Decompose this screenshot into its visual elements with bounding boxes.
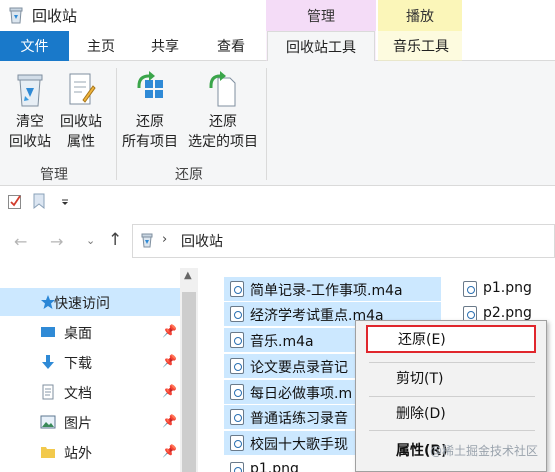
tab-recycle-bin-tools[interactable]: 回收站工具 [267,31,375,62]
context-tab-header-playback: 播放 [378,0,462,31]
nav-item-zhanwai[interactable]: 站外 📌 [0,438,180,466]
document-icon [40,384,56,400]
properties-check-icon[interactable] [8,193,22,209]
file-item[interactable]: 每日必做事项.m [224,380,355,404]
recycle-bin-title-icon [8,6,24,24]
file-item[interactable]: p1.png [457,277,553,301]
audio-file-icon [230,384,244,400]
menu-separator [369,362,535,363]
file-item[interactable]: p1.png [224,458,355,472]
pin-icon[interactable]: 📌 [162,444,177,460]
menu-separator [369,430,535,431]
file-item[interactable]: 校园十大歌手现 [224,431,355,455]
breadcrumb-recycle-bin[interactable]: 回收站 [181,231,223,251]
context-tab-header-management: 管理 [266,0,376,31]
file-item[interactable]: 论文要点录音记 [224,354,355,378]
new-folder-icon[interactable] [33,193,45,210]
pin-icon[interactable]: 📌 [162,354,177,370]
desktop-icon [40,324,56,340]
group-separator [266,68,267,180]
nav-item-downloads[interactable]: 下载 📌 [0,348,180,376]
nav-scrollbar-thumb[interactable] [182,292,196,472]
picture-icon [40,414,56,430]
image-file-icon [463,281,477,297]
audio-file-icon [230,358,244,374]
file-item[interactable]: 简单记录-工作事项.m4a [224,277,441,301]
restore-selected-icon [208,70,238,108]
menu-item-cut[interactable]: 剪切(T) [366,364,536,392]
empty-recycle-bin-icon [15,70,45,108]
recycle-bin-properties-button[interactable]: 回收站 属性 [56,68,106,154]
audio-file-icon [230,409,244,425]
image-file-icon [230,462,244,472]
audio-file-icon [230,435,244,451]
audio-file-icon [230,281,244,297]
audio-file-icon [230,332,244,348]
forward-button[interactable]: → [50,232,68,251]
tab-file[interactable]: 文件 [0,31,69,61]
empty-recycle-bin-button[interactable]: 清空 回收站 [6,68,54,154]
watermark: @稀土掘金技术社区 [430,444,539,458]
file-item[interactable]: 普通话练习录音 [224,405,355,429]
tab-music-tools[interactable]: 音乐工具 [380,31,462,61]
pin-icon[interactable]: 📌 [162,414,177,430]
window-title: 回收站 [32,7,78,25]
menu-item-restore[interactable]: 还原(E) [366,325,536,353]
tab-share[interactable]: 共享 [136,31,194,61]
audio-file-icon [230,306,244,322]
recent-locations-chevron-icon[interactable]: ⌄ [86,234,96,248]
scroll-up-arrow-icon[interactable]: ▲ [184,270,192,281]
quick-access-toolbar [0,186,555,216]
file-item[interactable]: 音乐.m4a [224,328,355,352]
restore-selected-items-button[interactable]: 还原 选定的项目 [184,68,262,154]
nav-item-pictures[interactable]: 图片 📌 [0,408,180,436]
group-separator [116,68,117,180]
restore-all-icon [135,70,165,108]
tab-home[interactable]: 主页 [72,31,130,61]
group-label-restore: 还原 [175,167,203,183]
menu-item-delete[interactable]: 删除(D) [366,399,536,427]
menu-separator [369,396,535,397]
tab-view[interactable]: 查看 [202,31,260,61]
folder-icon [40,444,56,460]
back-button[interactable]: ← [14,232,32,251]
breadcrumb-separator-icon[interactable]: › [162,232,167,247]
pin-icon[interactable]: 📌 [162,384,177,400]
up-button[interactable]: ↑ [108,230,126,250]
restore-all-items-button[interactable]: 还原 所有项目 [118,68,182,154]
nav-item-desktop[interactable]: 桌面 📌 [0,318,180,346]
pin-icon[interactable]: 📌 [162,324,177,340]
group-label-manage: 管理 [40,167,68,183]
address-recycle-bin-icon [140,232,154,248]
download-arrow-icon [40,354,56,370]
properties-icon [66,70,96,108]
nav-item-documents[interactable]: 文档 📌 [0,378,180,406]
nav-item-quick-access[interactable]: 快速访问 [0,288,180,316]
customize-toolbar-dropdown-icon[interactable] [60,196,70,206]
